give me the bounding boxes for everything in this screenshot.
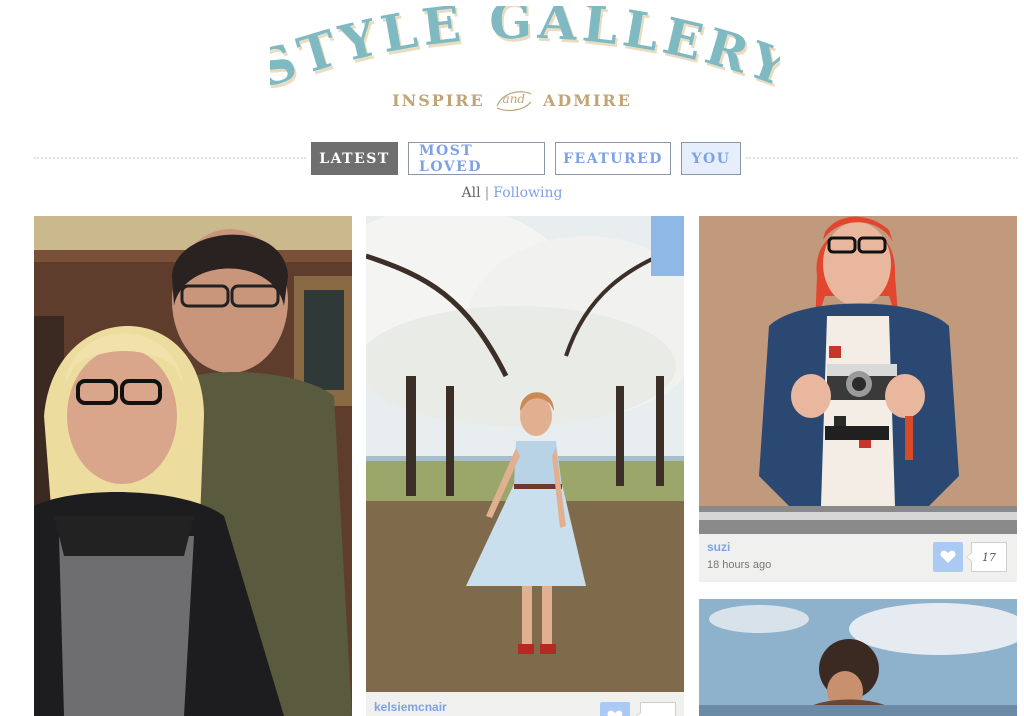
love-button[interactable] <box>933 542 963 572</box>
and-ornament: and <box>494 86 534 114</box>
filter-separator: | <box>484 185 490 201</box>
heart-icon <box>940 550 956 563</box>
post-photo[interactable] <box>34 216 352 716</box>
tab-latest[interactable]: LATEST <box>311 142 398 175</box>
couple-photo-image <box>34 216 352 716</box>
filter-following[interactable]: Following <box>493 185 562 201</box>
post-photo[interactable] <box>699 216 1017 534</box>
post-username[interactable]: suzi <box>707 540 730 554</box>
filter-all[interactable]: All <box>462 185 481 201</box>
love-button[interactable] <box>600 702 630 716</box>
gallery-card[interactable] <box>34 216 352 716</box>
tab-you[interactable]: YOU <box>681 142 741 175</box>
tab-featured[interactable]: FEATURED <box>555 142 671 175</box>
heart-icon <box>607 710 623 716</box>
tagline-admire: ADMIRE <box>542 90 632 110</box>
tagline: INSPIRE and ADMIRE <box>0 86 1024 116</box>
feed-filter: All | Following <box>0 185 1024 201</box>
tagline-inspire: INSPIRE <box>392 90 485 110</box>
blossom-photo-image <box>366 216 684 692</box>
divider-right <box>746 157 1018 159</box>
tab-most-loved[interactable]: MOST LOVED <box>408 142 545 175</box>
love-count <box>635 702 676 716</box>
post-footer: suzi 18 hours ago 17 <box>699 534 1017 582</box>
love-count: 17 <box>966 542 1007 572</box>
gallery-card[interactable]: suzi 18 hours ago 17 <box>699 216 1017 582</box>
gallery-card[interactable] <box>699 599 1017 716</box>
post-photo[interactable] <box>366 216 684 692</box>
divider-left <box>34 157 306 159</box>
post-footer: kelsiemcnair <box>366 692 684 716</box>
beach-photo-image <box>699 599 1017 716</box>
gallery-nav: LATEST MOST LOVED FEATURED YOU <box>311 142 741 176</box>
post-timestamp: 18 hours ago <box>707 559 772 571</box>
suzi-photo-image <box>699 216 1017 534</box>
tagline-and: and <box>502 92 526 106</box>
gallery-card[interactable]: kelsiemcnair <box>366 216 684 716</box>
site-logo[interactable]: STYLE GALLERY STYLE GALLERY <box>270 6 780 96</box>
post-photo[interactable] <box>699 599 1017 716</box>
post-username[interactable]: kelsiemcnair <box>374 700 447 714</box>
